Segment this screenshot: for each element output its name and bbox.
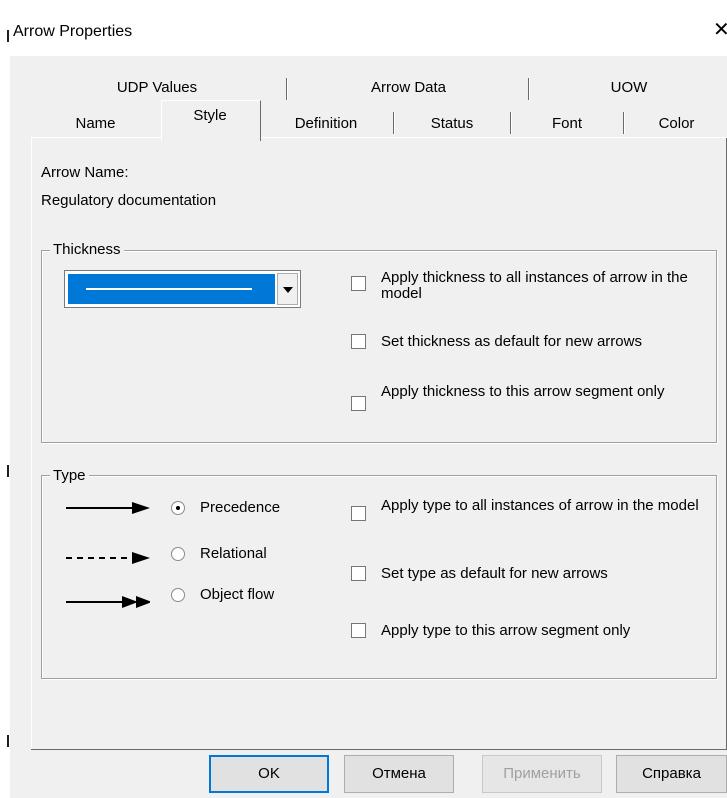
type-default-label: Set type as default for new arrows — [381, 565, 608, 582]
tab-row-edge — [260, 137, 727, 138]
object-flow-radio[interactable] — [171, 588, 185, 602]
precedence-label: Precedence — [200, 499, 281, 516]
arrow-properties-dialog: Arrow Properties ✕ UDP Values Arrow Data… — [10, 8, 727, 798]
dialog-title: Arrow Properties — [13, 23, 133, 40]
apply-button[interactable]: Применить — [482, 755, 602, 793]
type-segment-checkbox[interactable] — [351, 623, 366, 638]
relational-radio[interactable] — [171, 547, 185, 561]
type-legend: Type — [50, 467, 89, 485]
tab-name[interactable]: Name — [32, 114, 159, 134]
tab-divider — [623, 112, 624, 134]
chevron-down-icon — [283, 287, 293, 293]
edge-mark — [7, 735, 9, 747]
thickness-dropdown[interactable] — [64, 270, 301, 308]
title-bar: Arrow Properties ✕ — [10, 8, 727, 56]
tab-divider — [393, 112, 394, 134]
background-edge — [0, 0, 10, 798]
thickness-default-checkbox[interactable] — [351, 334, 366, 349]
relational-arrow-sample — [66, 552, 150, 564]
help-button[interactable]: Справка — [616, 755, 727, 793]
tab-arrow-data[interactable]: Arrow Data — [290, 78, 527, 98]
tab-status[interactable]: Status — [397, 114, 507, 134]
thickness-segment-checkbox[interactable] — [351, 396, 366, 411]
close-icon[interactable]: ✕ — [713, 19, 727, 41]
precedence-radio[interactable] — [171, 501, 185, 515]
tab-udp-values[interactable]: UDP Values — [32, 78, 282, 98]
tab-panel-border — [31, 749, 727, 750]
type-segment-label: Apply type to this arrow segment only — [381, 622, 631, 639]
apply-thickness-all-label: Apply thickness to all instances of arro… — [381, 269, 688, 302]
dropdown-button[interactable] — [277, 273, 298, 305]
tab-color[interactable]: Color — [627, 114, 726, 134]
tab-font[interactable]: Font — [514, 114, 620, 134]
precedence-arrow-sample — [66, 502, 150, 514]
arrow-name-value: Regulatory documentation — [41, 192, 217, 209]
tab-divider — [286, 78, 287, 100]
tab-panel-border — [31, 138, 32, 750]
object-flow-arrow-sample — [66, 596, 150, 608]
apply-type-all-checkbox[interactable] — [351, 506, 366, 521]
tab-row-edge — [31, 137, 161, 138]
thickness-selected-value — [68, 274, 275, 304]
ok-button[interactable]: OK — [209, 755, 329, 793]
tab-style[interactable]: Style — [161, 106, 259, 126]
apply-type-all-label: Apply type to all instances of arrow in … — [381, 497, 699, 514]
edge-mark — [7, 465, 9, 477]
tab-divider — [510, 112, 511, 134]
apply-thickness-all-checkbox[interactable] — [351, 276, 366, 291]
object-flow-label: Object flow — [200, 586, 275, 603]
tab-definition[interactable]: Definition — [262, 114, 390, 134]
thickness-line-sample — [86, 288, 252, 290]
tab-divider — [528, 78, 529, 100]
tab-uow[interactable]: UOW — [532, 78, 726, 98]
edge-mark — [7, 30, 9, 42]
type-default-checkbox[interactable] — [351, 566, 366, 581]
cancel-button[interactable]: Отмена — [344, 755, 454, 793]
arrow-name-label: Arrow Name: — [41, 164, 129, 181]
thickness-segment-label: Apply thickness to this arrow segment on… — [381, 383, 665, 400]
relational-label: Relational — [200, 545, 267, 562]
thickness-default-label: Set thickness as default for new arrows — [381, 333, 642, 350]
thickness-legend: Thickness — [50, 241, 124, 259]
